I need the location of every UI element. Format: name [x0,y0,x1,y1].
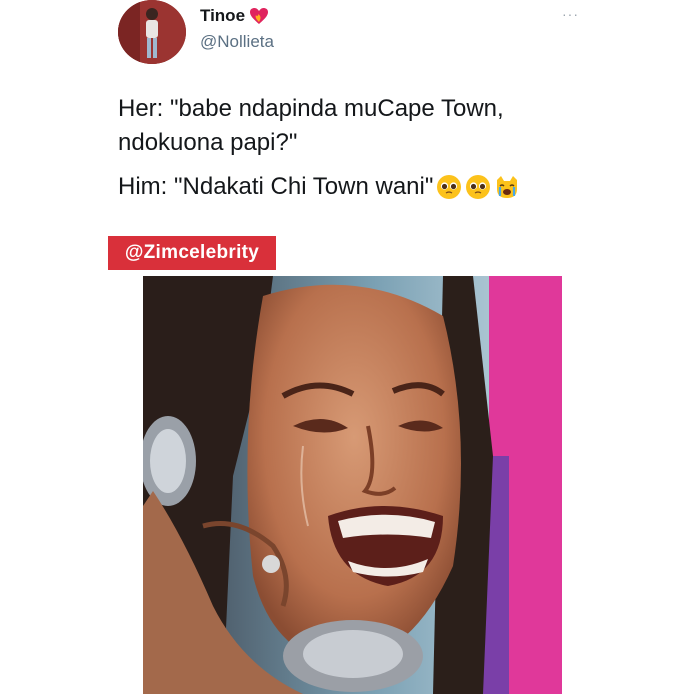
crying-woman-image [143,276,562,694]
display-name[interactable]: Tinoe [200,6,245,26]
handle[interactable]: @Nollieta [200,32,274,52]
tweet-text: Her: "babe ndapinda muCape Town, ndokuon… [118,92,618,204]
tweet-text-line: Him: "Ndakati Chi Town wani" [118,170,618,204]
tweet-card: Tinoe @Nollieta ··· Her: "babe ndapinda … [0,0,692,694]
tweet-text-line: ndokuona papi?" [118,129,298,156]
meme-image[interactable] [143,276,562,694]
tweet-text-line: Her: "babe ndapinda muCape Town, [118,95,504,122]
pleading-face-icon [466,175,491,199]
pleading-face-icon [437,175,462,199]
heart-on-fire-icon [250,8,269,24]
tweet-text-him: Him: "Ndakati Chi Town wani" [118,173,434,200]
watermark-label: @Zimcelebrity [108,236,276,270]
crying-cat-icon [497,176,518,198]
more-options-icon[interactable]: ··· [562,6,579,22]
display-name-row: Tinoe [200,6,269,26]
avatar[interactable] [118,0,186,64]
